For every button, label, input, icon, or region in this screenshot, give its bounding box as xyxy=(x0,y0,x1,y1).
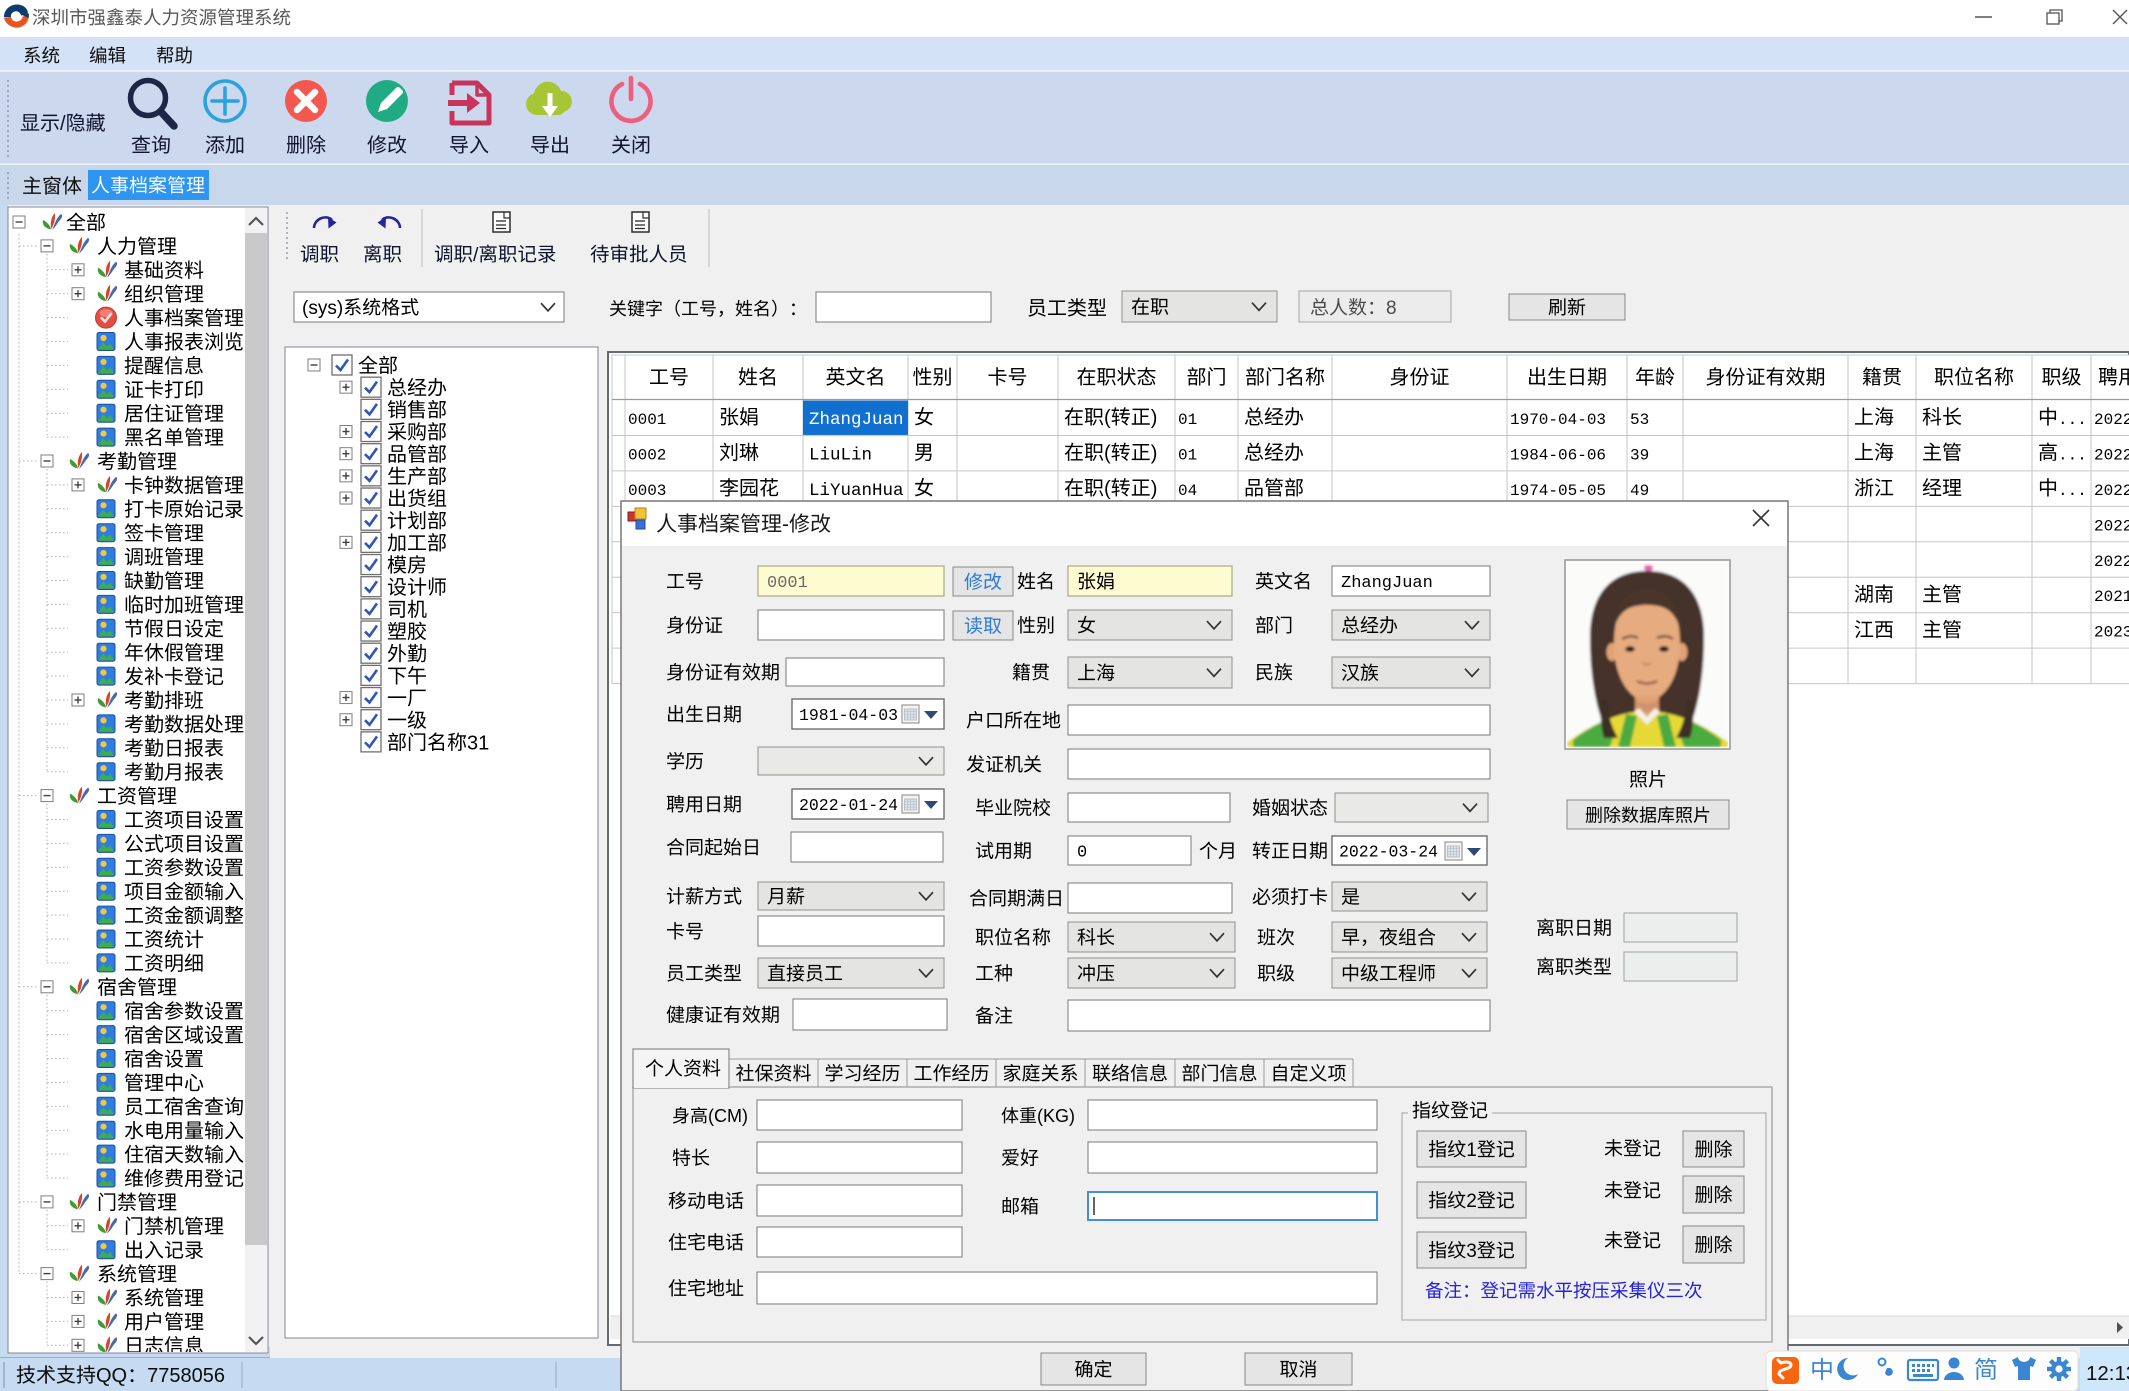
svg-text:0002: 0002 xyxy=(628,446,666,464)
svg-text:-: - xyxy=(782,513,789,536)
svg-text:): ) xyxy=(1151,442,1158,464)
svg-text:): ) xyxy=(1151,407,1158,429)
svg-text:ZhangJuan: ZhangJuan xyxy=(809,410,904,430)
svg-text:31: 31 xyxy=(467,732,489,754)
svg-text:/: / xyxy=(60,113,66,135)
svg-text:LiYuanHua: LiYuanHua xyxy=(809,481,904,501)
svg-text:12:13: 12:13 xyxy=(2086,1362,2129,1385)
svg-text:8: 8 xyxy=(1386,298,1397,319)
svg-text:01: 01 xyxy=(1178,411,1197,429)
svg-text:(sys): (sys) xyxy=(302,298,343,319)
svg-text:0001: 0001 xyxy=(767,574,808,593)
svg-text:): ) xyxy=(1151,478,1158,500)
svg-text:ZhangJuan: ZhangJuan xyxy=(1341,574,1433,593)
svg-text:QQ: QQ xyxy=(96,1365,127,1387)
svg-text:2021: 2021 xyxy=(2094,588,2129,606)
svg-text:2023: 2023 xyxy=(2094,624,2129,642)
svg-text:7758056: 7758056 xyxy=(147,1365,225,1387)
svg-text:2022: 2022 xyxy=(2094,482,2129,500)
svg-text:1974-05-05: 1974-05-05 xyxy=(1510,482,1606,500)
svg-text:3: 3 xyxy=(1466,1241,1477,1262)
svg-text:...: ... xyxy=(2058,411,2087,429)
svg-text:49: 49 xyxy=(1630,482,1649,500)
svg-text:53: 53 xyxy=(1630,411,1649,429)
svg-text:(: ( xyxy=(1104,407,1111,429)
svg-text:(KG): (KG) xyxy=(1037,1106,1075,1126)
svg-text:0003: 0003 xyxy=(628,482,666,500)
svg-text:(CM): (CM) xyxy=(708,1106,748,1126)
svg-text:0001: 0001 xyxy=(628,411,666,429)
svg-text:2022: 2022 xyxy=(2094,411,2129,429)
svg-text:2022: 2022 xyxy=(2094,446,2129,464)
svg-text:04: 04 xyxy=(1178,482,1197,500)
svg-text:0: 0 xyxy=(1077,844,1087,863)
svg-text:/: / xyxy=(473,244,479,266)
svg-text:1970-04-03: 1970-04-03 xyxy=(1510,411,1606,429)
svg-text:2022-03-24: 2022-03-24 xyxy=(1339,843,1438,862)
svg-text:39: 39 xyxy=(1630,446,1649,464)
svg-text:(: ( xyxy=(1104,478,1111,500)
svg-text:2: 2 xyxy=(1466,1191,1477,1212)
svg-text:1984-06-06: 1984-06-06 xyxy=(1510,446,1606,464)
svg-text:...: ... xyxy=(2058,446,2087,464)
svg-text:2022: 2022 xyxy=(2094,517,2129,535)
svg-text:1981-04-03: 1981-04-03 xyxy=(799,706,898,725)
svg-text:01: 01 xyxy=(1178,446,1197,464)
svg-text:2022: 2022 xyxy=(2094,553,2129,571)
svg-text:...: ... xyxy=(2058,482,2087,500)
svg-text:2022-01-24: 2022-01-24 xyxy=(799,796,898,815)
svg-text:LiuLin: LiuLin xyxy=(809,445,872,465)
svg-text:(: ( xyxy=(1104,442,1111,464)
svg-text:1: 1 xyxy=(1466,1140,1477,1161)
